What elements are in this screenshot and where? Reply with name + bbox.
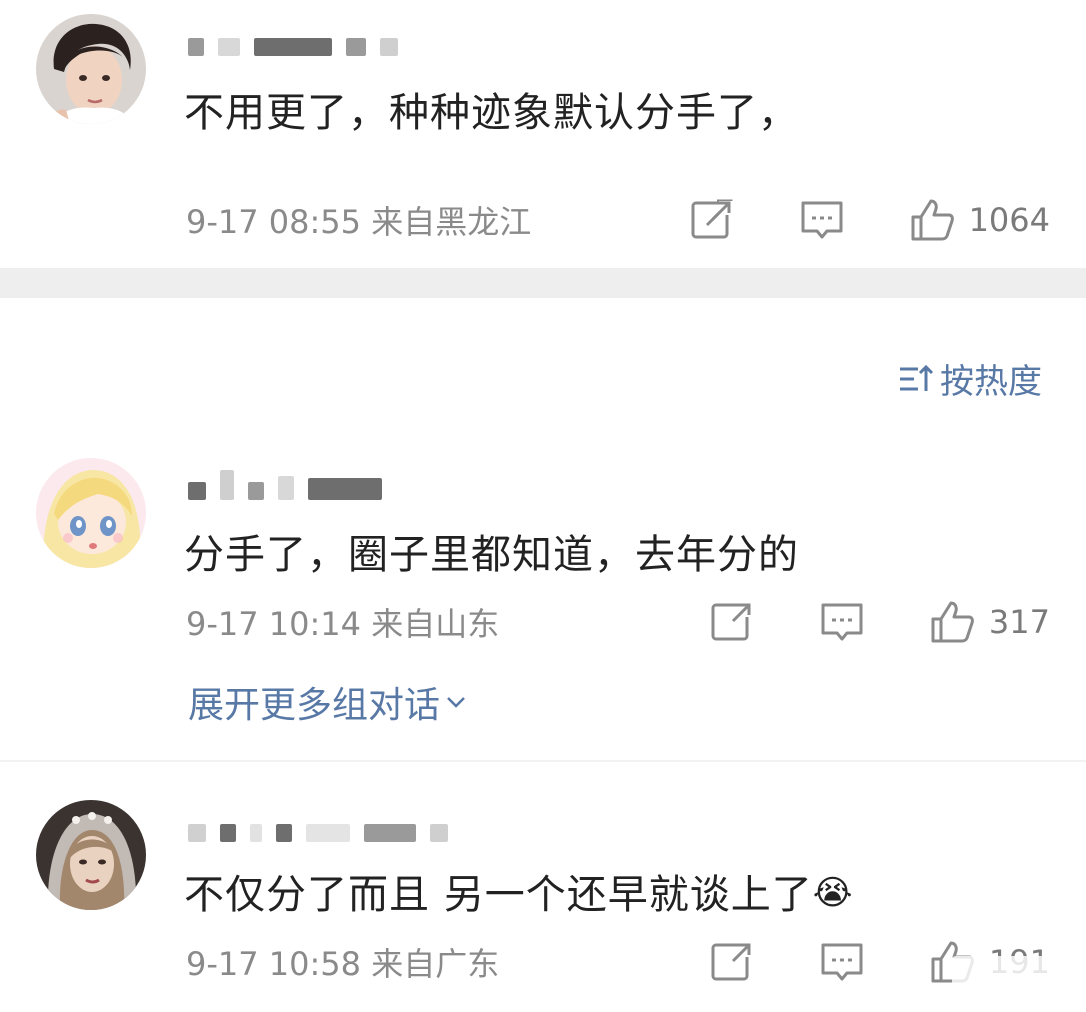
comment-text: 不用更了，种种迹象默认分手了， [184,90,799,136]
user-avatar[interactable] [36,800,146,910]
comment-meta: 9-17 10:58 来自广东 191 [186,940,1050,984]
sort-by-hot-button[interactable]: 按热度 [898,354,1042,403]
like-count: 1064 [968,201,1050,239]
comment-text: 分手了，圈子里都知道，去年分的 [184,532,799,578]
username-redacted[interactable] [188,470,382,500]
comment-icon[interactable] [799,197,845,243]
comment-icon[interactable] [819,939,865,985]
expand-more-replies-link[interactable]: 展开更多组对话 [188,676,468,728]
sort-label: 按热度 [940,362,1042,402]
share-icon[interactable] [709,599,755,645]
chevron-down-icon [447,697,465,708]
comment-time-location: 9-17 08:55 来自黑龙江 [186,203,532,241]
comment-meta: 9-17 08:55 来自黑龙江 1064 [186,198,1050,242]
sort-icon [900,364,934,391]
username-redacted[interactable] [188,816,448,842]
comment-text-body: 不仅分了而且 另一个还早就谈上了 [184,872,813,918]
share-icon[interactable] [709,939,755,985]
username-redacted[interactable] [188,30,398,56]
comment-time-location: 9-17 10:58 来自广东 [186,945,500,983]
anime-girl-avatar-icon [36,458,146,568]
like-icon[interactable] [929,599,975,645]
user-avatar[interactable] [36,14,146,124]
user-avatar[interactable] [36,458,146,568]
comment-meta: 9-17 10:14 来自山东 317 [186,600,1050,644]
section-divider [0,268,1086,298]
crying-emoji: 😭 [812,873,854,913]
comment-icon[interactable] [819,599,865,645]
comment-time-location: 9-17 10:14 来自山东 [186,605,500,643]
watermark-overlay [952,956,1064,998]
male-avatar-icon [36,14,146,124]
like-count: 317 [988,603,1050,641]
expand-label: 展开更多组对话 [188,685,441,726]
separator-line [0,760,1086,762]
like-icon[interactable] [909,197,955,243]
bride-avatar-icon [36,800,146,910]
share-icon[interactable] [689,197,735,243]
comment-text: 不仅分了而且 另一个还早就谈上了😭 [184,862,853,920]
